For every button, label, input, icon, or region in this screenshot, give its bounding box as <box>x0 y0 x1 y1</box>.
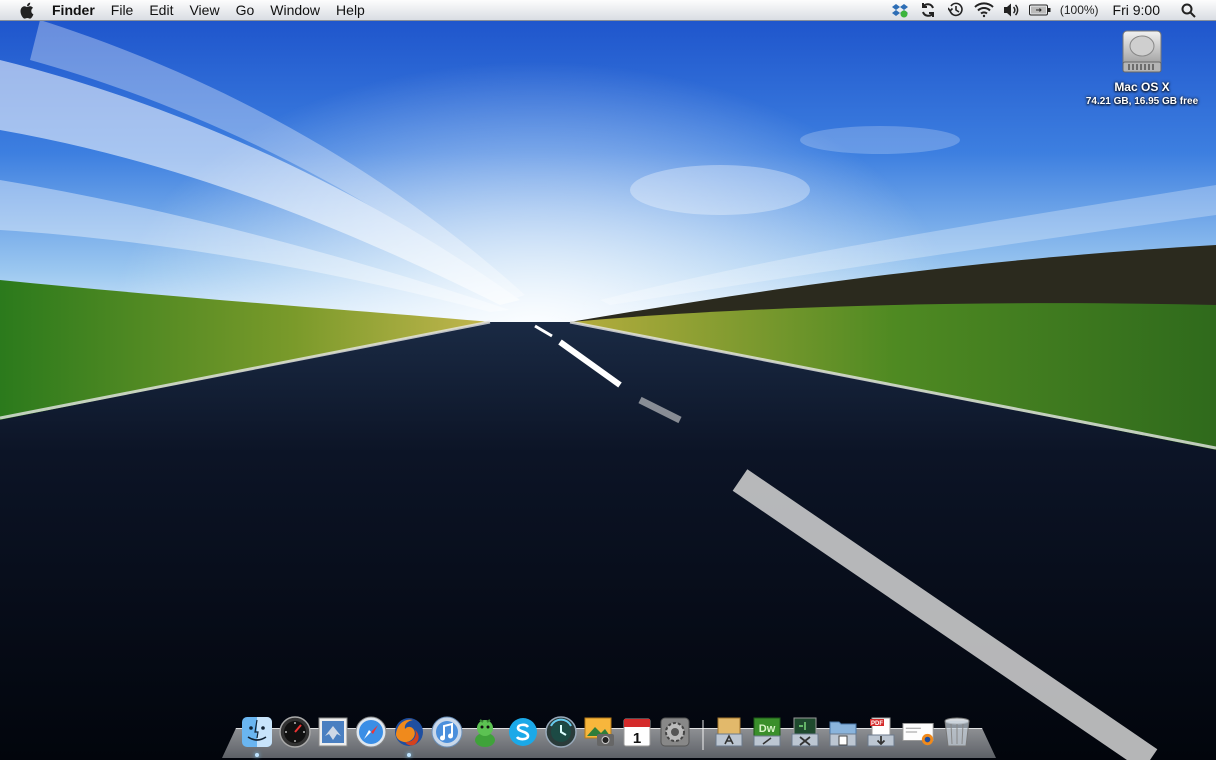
dashboard-icon[interactable] <box>278 714 312 750</box>
pdf-label: PDF <box>871 721 883 727</box>
spotlight-icon[interactable] <box>1174 0 1202 21</box>
firefox-downloads-icon[interactable] <box>902 714 936 750</box>
dreamweaver-stack-icon[interactable]: Dw <box>750 714 784 750</box>
apple-icon[interactable] <box>16 0 36 20</box>
skype-icon[interactable] <box>506 714 540 750</box>
safari-icon[interactable] <box>354 714 388 750</box>
battery-icon[interactable] <box>1026 0 1054 21</box>
finder-icon[interactable] <box>240 714 274 757</box>
dock-separator <box>702 720 704 750</box>
menu-view[interactable]: View <box>181 0 227 21</box>
drive-info: 74.21 GB, 16.95 GB free <box>1085 96 1199 107</box>
time-machine-icon[interactable] <box>544 714 578 750</box>
dreamweaver-label: Dw <box>759 723 776 735</box>
system-preferences-icon[interactable] <box>658 714 692 750</box>
dropbox-icon[interactable] <box>886 0 914 21</box>
battery-percentage: (100%) <box>1059 3 1099 17</box>
wifi-icon[interactable] <box>970 0 998 21</box>
menu-help[interactable]: Help <box>328 0 373 21</box>
ical-day: 1 <box>633 730 641 747</box>
mail-icon[interactable] <box>316 714 350 750</box>
menu-edit[interactable]: Edit <box>141 0 181 21</box>
adium-icon[interactable] <box>468 714 502 750</box>
menu-go[interactable]: Go <box>228 0 263 21</box>
volume-icon[interactable] <box>998 0 1026 21</box>
drive-name: Mac OS X <box>1114 80 1170 94</box>
sync-icon[interactable] <box>914 0 942 21</box>
hard-drive-icon[interactable] <box>1119 28 1165 78</box>
menu-file[interactable]: File <box>103 0 142 21</box>
time-machine-icon[interactable] <box>942 0 970 21</box>
menu-clock[interactable]: Fri 9:00 <box>1105 2 1174 18</box>
firefox-icon[interactable] <box>392 714 426 757</box>
applications-stack-icon[interactable] <box>712 714 746 750</box>
iphoto-icon[interactable] <box>582 714 616 750</box>
dock-items: 1 Dw PDF <box>240 710 978 757</box>
utilities-stack-icon[interactable] <box>788 714 822 750</box>
desktop-drive-icon[interactable]: Mac OS X 74.21 GB, 16.95 GB free <box>1082 28 1202 107</box>
desktop-wallpaper <box>0 0 1216 760</box>
trash-icon[interactable] <box>940 714 974 750</box>
documents-stack-icon[interactable] <box>826 714 860 750</box>
ical-icon[interactable]: 1 <box>620 714 654 750</box>
menu-bar: Finder File Edit View Go Window Help (10… <box>0 0 1216 21</box>
app-menu-finder[interactable]: Finder <box>46 0 103 21</box>
itunes-icon[interactable] <box>430 714 464 750</box>
downloads-stack-icon[interactable]: PDF <box>864 714 898 750</box>
menu-window[interactable]: Window <box>262 0 328 21</box>
